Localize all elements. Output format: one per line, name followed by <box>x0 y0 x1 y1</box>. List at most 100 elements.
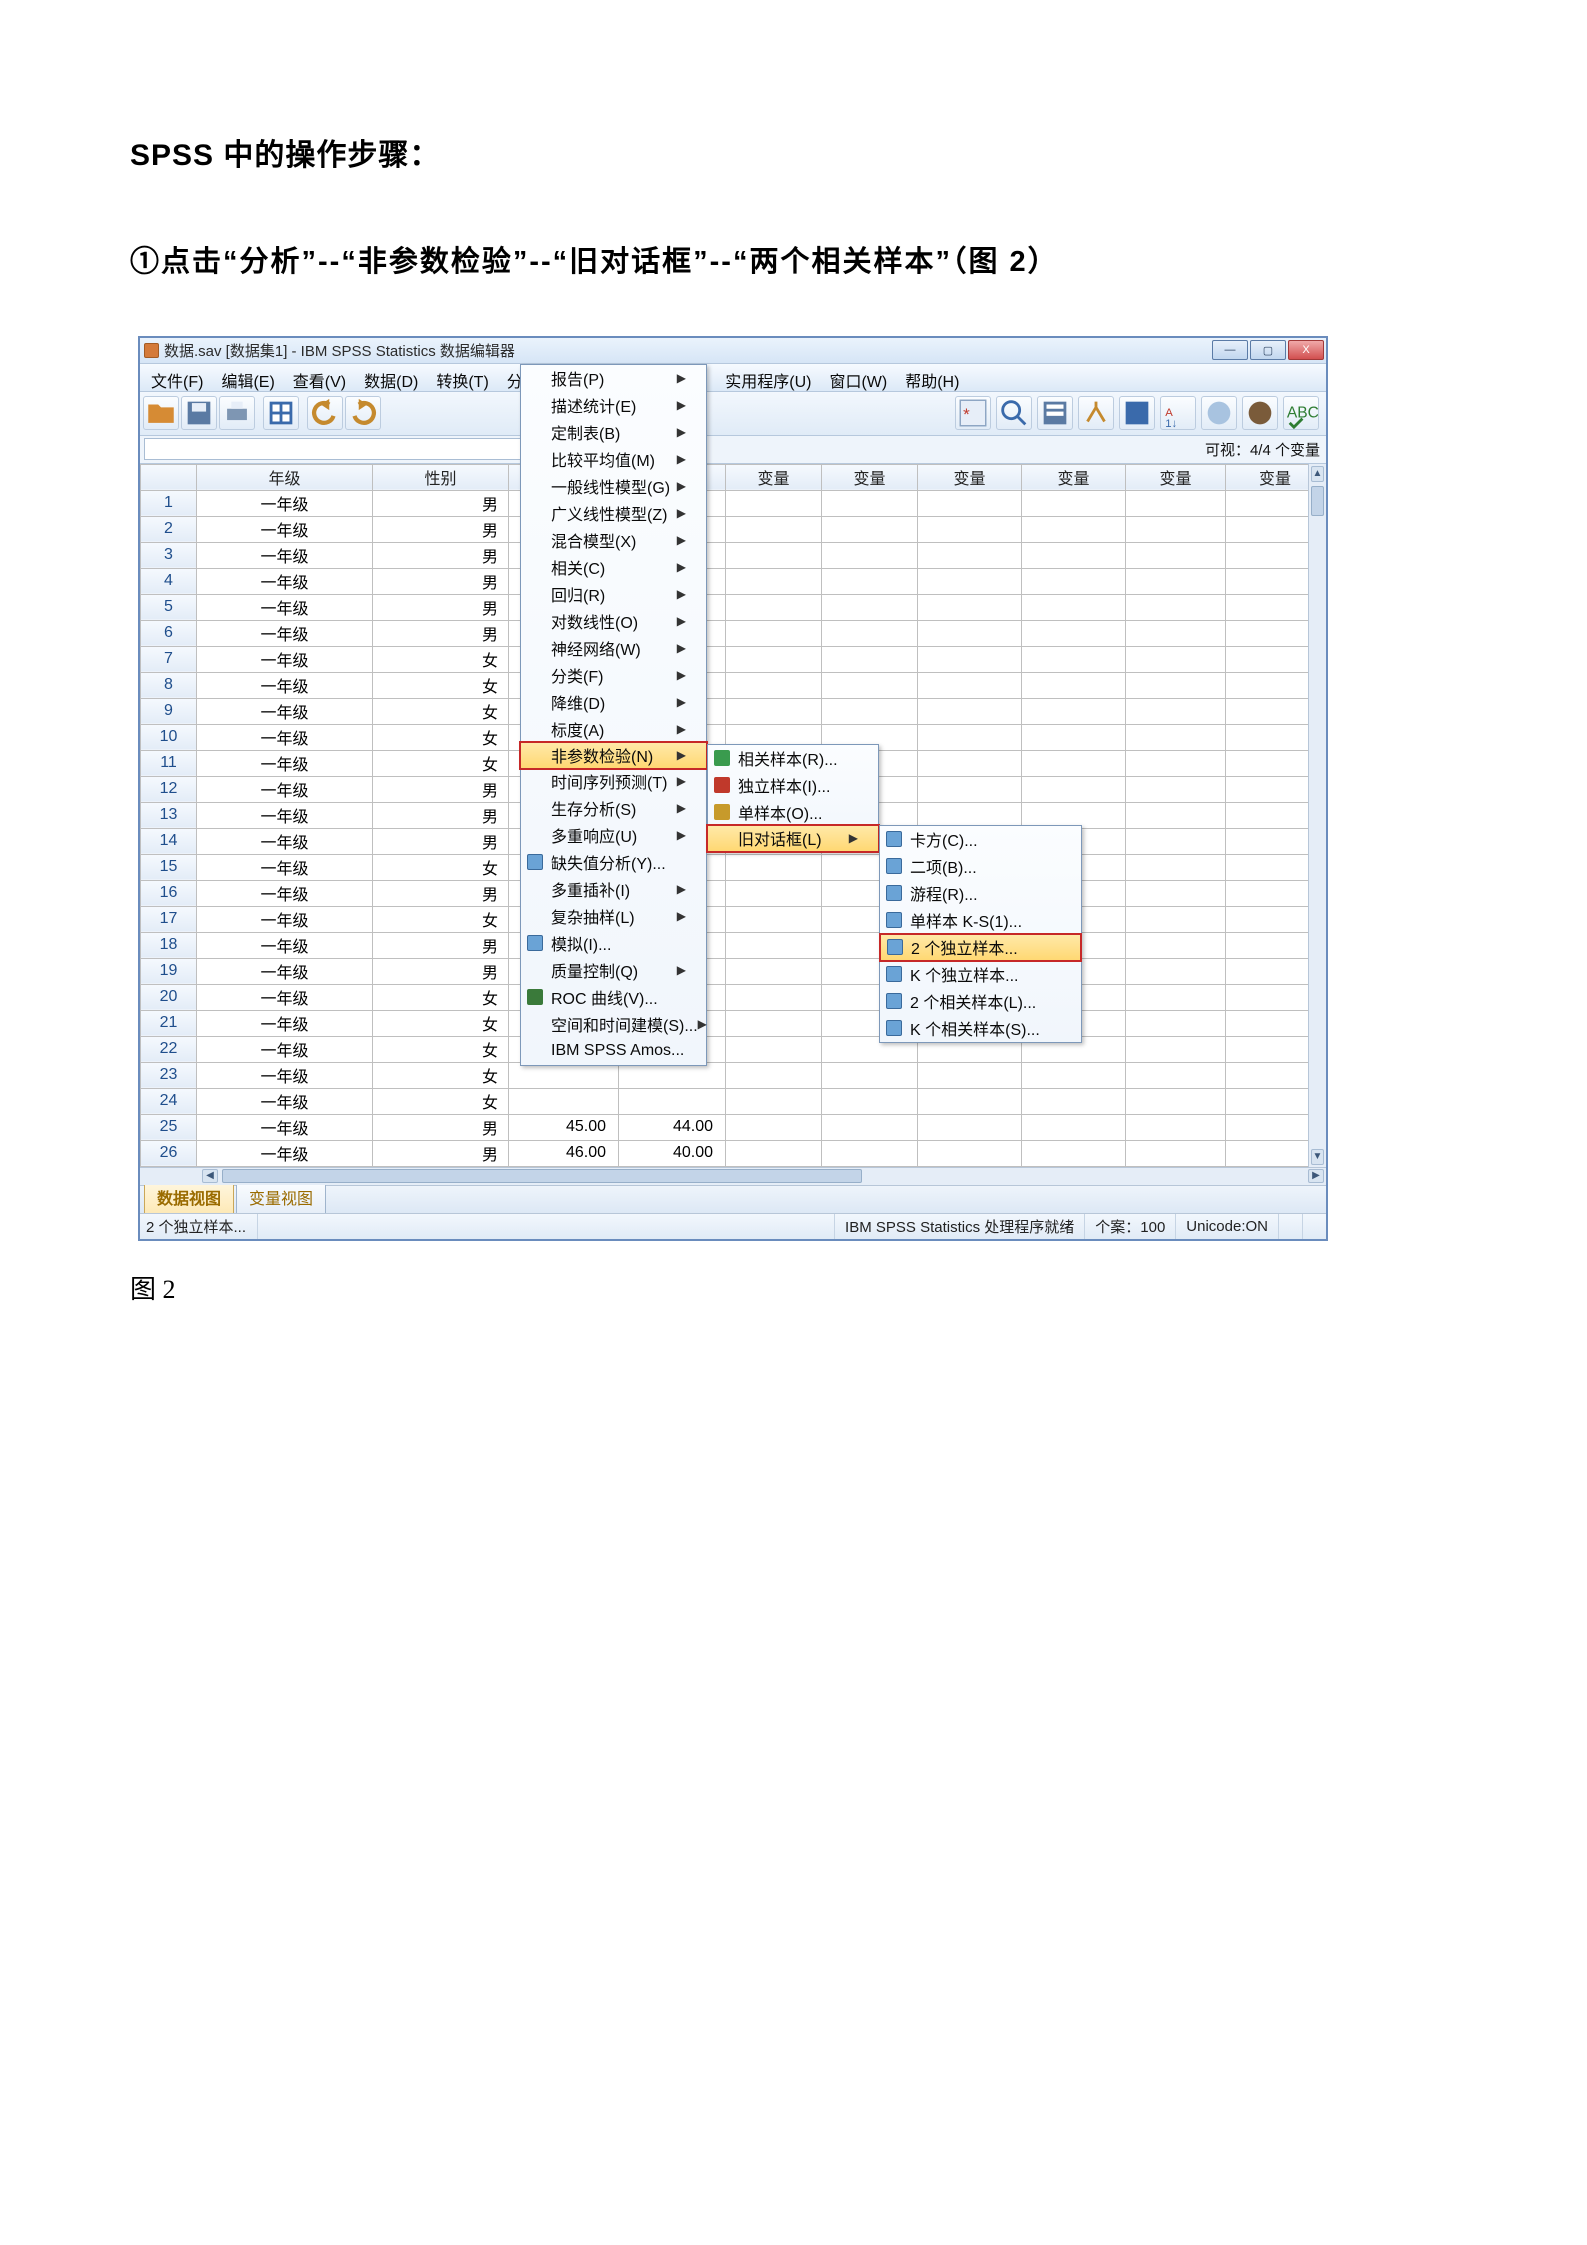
cell-sex[interactable]: 女 <box>373 750 509 776</box>
cell-empty[interactable] <box>1022 490 1126 516</box>
cell-empty[interactable] <box>726 1140 822 1166</box>
col-header-var4[interactable]: 变量 <box>822 464 918 490</box>
table-row[interactable]: 25一年级男45.0044.00 <box>141 1114 1325 1140</box>
row-header[interactable]: 11 <box>141 750 197 776</box>
cell-v2[interactable]: 40.00 <box>619 1140 726 1166</box>
cell-empty[interactable] <box>822 1088 918 1114</box>
cell-empty[interactable] <box>918 1140 1022 1166</box>
row-header[interactable]: 15 <box>141 854 197 880</box>
cell-v1[interactable] <box>509 1088 619 1114</box>
cell-grade[interactable]: 一年级 <box>197 906 373 932</box>
row-header[interactable]: 22 <box>141 1036 197 1062</box>
cell-grade[interactable]: 一年级 <box>197 1010 373 1036</box>
table-row[interactable]: 4一年级男 <box>141 568 1325 594</box>
cell-empty[interactable] <box>822 594 918 620</box>
row-header[interactable]: 1 <box>141 490 197 516</box>
row-header[interactable]: 8 <box>141 672 197 698</box>
mi-neural-net[interactable]: 神经网络(W)▶ <box>521 635 706 662</box>
cell-sex[interactable]: 男 <box>373 620 509 646</box>
cell-sex[interactable]: 男 <box>373 828 509 854</box>
cell-sex[interactable]: 男 <box>373 490 509 516</box>
cell-empty[interactable] <box>726 1114 822 1140</box>
table-row[interactable]: 1一年级男 <box>141 490 1325 516</box>
cell-empty[interactable] <box>726 880 822 906</box>
cell-grade[interactable]: 一年级 <box>197 984 373 1010</box>
table-row[interactable]: 19一年级男 <box>141 958 1325 984</box>
mi-correlate[interactable]: 相关(C)▶ <box>521 554 706 581</box>
cell-empty[interactable] <box>822 646 918 672</box>
cell-empty[interactable] <box>822 490 918 516</box>
open-file-button[interactable] <box>143 396 179 430</box>
cell-v2[interactable]: 44.00 <box>619 1114 726 1140</box>
cell-empty[interactable] <box>1126 1114 1226 1140</box>
cell-empty[interactable] <box>822 620 918 646</box>
cell-empty[interactable] <box>918 516 1022 542</box>
np-legacy-dialogs[interactable]: 旧对话框(L)▶ <box>707 825 879 852</box>
cell-empty[interactable] <box>1126 854 1226 880</box>
spell-check-button[interactable]: ABC <box>1283 396 1319 430</box>
cell-empty[interactable] <box>822 1114 918 1140</box>
mi-missing-value[interactable]: 缺失值分析(Y)... <box>521 849 706 876</box>
table-row[interactable]: 8一年级女 <box>141 672 1325 698</box>
cell-empty[interactable] <box>1126 698 1226 724</box>
menu-window[interactable]: 窗口(W) <box>820 364 896 391</box>
mi-mixed[interactable]: 混合模型(X)▶ <box>521 527 706 554</box>
mi-reports[interactable]: 报告(P)▶ <box>521 365 706 392</box>
scroll-left-arrow[interactable]: ◀ <box>202 1169 218 1183</box>
cell-sex[interactable]: 男 <box>373 880 509 906</box>
cell-sex[interactable]: 女 <box>373 984 509 1010</box>
cell-grade[interactable]: 一年级 <box>197 932 373 958</box>
mi-dimension-reduction[interactable]: 降维(D)▶ <box>521 689 706 716</box>
cell-grade[interactable]: 一年级 <box>197 594 373 620</box>
row-header[interactable]: 9 <box>141 698 197 724</box>
data-button[interactable] <box>263 396 299 430</box>
mi-survival[interactable]: 生存分析(S)▶ <box>521 795 706 822</box>
legacy-1sample-ks[interactable]: 单样本 K-S(1)... <box>880 907 1081 934</box>
cell-empty[interactable] <box>822 516 918 542</box>
mi-quality-control[interactable]: 质量控制(Q)▶ <box>521 957 706 984</box>
cell-empty[interactable] <box>1126 490 1226 516</box>
mi-multiple-response[interactable]: 多重响应(U)▶ <box>521 822 706 849</box>
table-row[interactable]: 15一年级女 <box>141 854 1325 880</box>
cell-sex[interactable]: 女 <box>373 1036 509 1062</box>
row-header[interactable]: 25 <box>141 1114 197 1140</box>
cell-grade[interactable]: 一年级 <box>197 854 373 880</box>
mi-compare-means[interactable]: 比较平均值(M)▶ <box>521 446 706 473</box>
cell-grade[interactable]: 一年级 <box>197 802 373 828</box>
save-button[interactable] <box>181 396 217 430</box>
window-maximize-button[interactable]: ▢ <box>1250 340 1286 360</box>
legacy-k-independent-samples[interactable]: K 个独立样本... <box>880 961 1081 988</box>
cell-empty[interactable] <box>726 646 822 672</box>
cell-empty[interactable] <box>726 672 822 698</box>
cell-empty[interactable] <box>1022 568 1126 594</box>
table-row[interactable]: 7一年级女 <box>141 646 1325 672</box>
cell-v1[interactable]: 45.00 <box>509 1114 619 1140</box>
table-row[interactable]: 26一年级男46.0040.00 <box>141 1140 1325 1166</box>
cell-sex[interactable]: 女 <box>373 1062 509 1088</box>
table-row[interactable]: 9一年级女 <box>141 698 1325 724</box>
cell-sex[interactable]: 男 <box>373 1140 509 1166</box>
cell-sex[interactable]: 女 <box>373 1088 509 1114</box>
row-header[interactable]: 3 <box>141 542 197 568</box>
row-header[interactable]: 18 <box>141 932 197 958</box>
cell-empty[interactable] <box>1126 542 1226 568</box>
cell-grade[interactable]: 一年级 <box>197 1140 373 1166</box>
find-button[interactable] <box>996 396 1032 430</box>
cell-empty[interactable] <box>1126 1036 1226 1062</box>
use-sets-button[interactable]: A1↓ <box>1160 396 1196 430</box>
menu-data[interactable]: 数据(D) <box>355 364 427 391</box>
cell-sex[interactable]: 女 <box>373 698 509 724</box>
cell-empty[interactable] <box>1022 1140 1126 1166</box>
table-row[interactable]: 17一年级女 <box>141 906 1325 932</box>
cell-empty[interactable] <box>726 620 822 646</box>
cell-empty[interactable] <box>918 750 1022 776</box>
legacy-2-independent-samples[interactable]: 2 个独立样本... <box>880 934 1081 961</box>
mi-descriptives[interactable]: 描述统计(E)▶ <box>521 392 706 419</box>
cell-sex[interactable]: 女 <box>373 672 509 698</box>
cell-grade[interactable]: 一年级 <box>197 698 373 724</box>
row-header[interactable]: 23 <box>141 1062 197 1088</box>
mi-regression[interactable]: 回归(R)▶ <box>521 581 706 608</box>
cell-empty[interactable] <box>726 542 822 568</box>
weight-cases-button[interactable] <box>1078 396 1114 430</box>
cell-empty[interactable] <box>726 1088 822 1114</box>
